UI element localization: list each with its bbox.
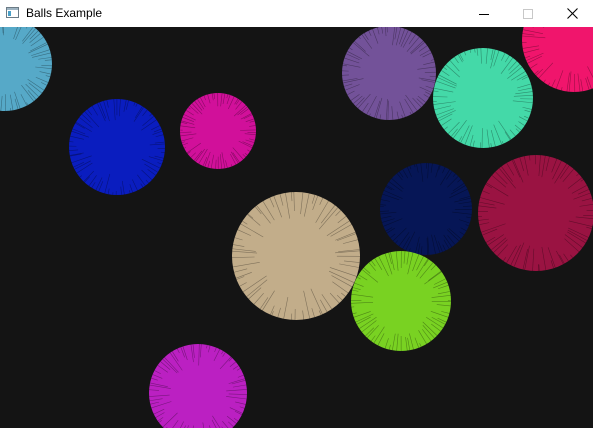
app-window-icon xyxy=(6,7,19,18)
minimize-icon xyxy=(479,13,489,15)
maximize-button[interactable] xyxy=(505,0,551,27)
title-bar[interactable]: Balls Example xyxy=(0,0,593,27)
ball xyxy=(232,192,361,320)
close-icon xyxy=(566,8,578,19)
ball xyxy=(350,250,452,352)
ball xyxy=(69,98,165,195)
balls-canvas[interactable] xyxy=(0,27,593,428)
balls-drawing xyxy=(0,27,593,428)
ball xyxy=(342,27,436,120)
ball xyxy=(180,92,256,170)
app-window: Balls Example xyxy=(0,0,593,428)
ball xyxy=(380,162,473,255)
close-button[interactable] xyxy=(549,0,593,27)
ball xyxy=(433,48,533,148)
minimize-button[interactable] xyxy=(461,0,507,27)
ball xyxy=(478,154,593,271)
ball xyxy=(0,27,52,112)
window-title: Balls Example xyxy=(26,6,103,20)
ball xyxy=(522,27,593,92)
maximize-icon xyxy=(523,8,533,19)
ball xyxy=(149,344,247,428)
